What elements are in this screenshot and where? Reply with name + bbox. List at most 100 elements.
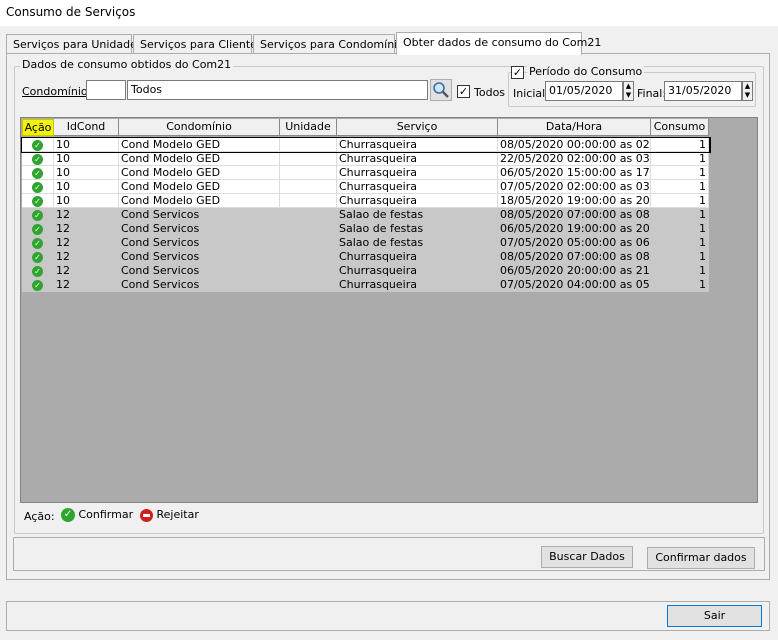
cell-unidade — [280, 278, 337, 292]
cell-datahora: 06/05/2020 19:00:00 as 20:59 — [498, 222, 651, 236]
cell-condominio: Cond Modelo GED — [119, 194, 280, 208]
condominio-name-input[interactable]: Todos — [127, 80, 428, 100]
cell-servico: Churrasqueira — [337, 250, 498, 264]
cell-servico: Churrasqueira — [337, 278, 498, 292]
check-circle-icon[interactable]: ✓ — [32, 195, 43, 207]
table-row[interactable]: ✓ 10 Cond Modelo GED Churrasqueira 06/05/202… — [22, 166, 710, 180]
check-circle-icon[interactable]: ✓ — [32, 167, 43, 179]
confirmar-dados-button[interactable]: Confirmar dados — [647, 547, 755, 569]
check-circle-icon[interactable]: ✓ — [32, 265, 43, 277]
cell-condominio: Cond Modelo GED — [119, 180, 280, 194]
cell-consumo: 1 — [651, 222, 709, 236]
check-circle-icon[interactable]: ✓ — [32, 181, 43, 193]
check-circle-icon[interactable]: ✓ — [32, 209, 43, 221]
column-header-condominio[interactable]: Condomínio — [119, 119, 280, 136]
cell-acao[interactable]: ✓ — [22, 138, 54, 152]
cell-consumo: 1 — [651, 208, 709, 222]
cell-unidade — [280, 250, 337, 264]
cell-acao[interactable]: ✓ — [22, 264, 54, 278]
cell-acao[interactable]: ✓ — [22, 236, 54, 250]
check-circle-icon[interactable]: ✓ — [32, 279, 43, 291]
cell-condominio: Cond Servicos — [119, 208, 280, 222]
tab-servicos-unidades[interactable]: Serviços para Unidades — [6, 34, 143, 54]
column-header-unidade[interactable]: Unidade — [280, 119, 337, 136]
cell-acao[interactable]: ✓ — [22, 278, 54, 292]
data-inicial-spinner[interactable]: ▲ ▼ — [623, 81, 634, 101]
table-row[interactable]: ✓ 12 Cond Servicos Churrasqueira 07/05/2020 … — [22, 278, 710, 292]
cell-datahora: 06/05/2020 15:00:00 as 17:59 — [498, 166, 651, 180]
table-row[interactable]: ✓ 10 Cond Modelo GED Churrasqueira 07/05/202… — [22, 180, 710, 194]
cell-datahora: 18/05/2020 19:00:00 as 20:59 — [498, 194, 651, 208]
spin-down-icon[interactable]: ▼ — [624, 91, 633, 100]
check-circle-icon[interactable]: ✓ — [32, 153, 43, 165]
tab-servicos-condominios[interactable]: Serviços para Condomínios — [253, 34, 410, 54]
cell-datahora: 07/05/2020 02:00:00 as 03:59 — [498, 180, 651, 194]
check-circle-icon[interactable]: ✓ — [32, 251, 43, 263]
cell-acao[interactable]: ✓ — [22, 250, 54, 264]
table-row[interactable]: ✓ 10 Cond Modelo GED Churrasqueira 22/05/202… — [22, 152, 710, 166]
spin-up-icon[interactable]: ▲ — [743, 82, 752, 91]
legend-confirm: ✓ Confirmar — [61, 508, 133, 522]
data-inicial-input[interactable]: 01/05/2020 — [545, 81, 623, 101]
cell-idcond: 12 — [54, 208, 119, 222]
tab-servicos-clientes[interactable]: Serviços para Clientes — [133, 34, 263, 54]
cell-idcond: 12 — [54, 222, 119, 236]
search-button[interactable] — [430, 79, 452, 101]
cell-acao[interactable]: ✓ — [22, 194, 54, 208]
cell-condominio: Cond Servicos — [119, 236, 280, 250]
cell-condominio: Cond Servicos — [119, 222, 280, 236]
window-title: Consumo de Serviços — [6, 5, 136, 19]
cell-idcond: 10 — [54, 152, 119, 166]
buscar-dados-button[interactable]: Buscar Dados — [541, 546, 633, 568]
table-row[interactable]: ✓ 12 Cond Servicos Salao de festas 08/05/202… — [22, 208, 710, 222]
table-row[interactable]: ✓ 10 Cond Modelo GED Churrasqueira 18/05/202… — [22, 194, 710, 208]
periodo-checkbox[interactable]: ✓ — [511, 66, 524, 79]
spin-up-icon[interactable]: ▲ — [624, 82, 633, 91]
column-header-idcond[interactable]: IdCond — [54, 119, 119, 136]
cell-servico: Churrasqueira — [337, 194, 498, 208]
table-row[interactable]: ✓ 10 Cond Modelo GED Churrasqueira 08/05/202… — [21, 137, 711, 153]
condominio-code-input[interactable] — [86, 80, 126, 100]
check-circle-icon[interactable]: ✓ — [32, 223, 43, 235]
table-row[interactable]: ✓ 12 Cond Servicos Salao de festas 07/05/202… — [22, 236, 710, 250]
table-row[interactable]: ✓ 12 Cond Servicos Churrasqueira 06/05/2020 … — [22, 264, 710, 278]
cell-unidade — [280, 236, 337, 250]
cell-acao[interactable]: ✓ — [22, 180, 54, 194]
table-row[interactable]: ✓ 12 Cond Servicos Salao de festas 06/05/202… — [22, 222, 710, 236]
todos-checkbox[interactable]: ✓ — [457, 85, 470, 98]
cell-acao[interactable]: ✓ — [22, 208, 54, 222]
cell-consumo: 1 — [651, 166, 709, 180]
column-header-servico[interactable]: Serviço — [337, 119, 498, 136]
cell-consumo: 1 — [651, 236, 709, 250]
cell-condominio: Cond Modelo GED — [119, 138, 280, 152]
cell-unidade — [280, 194, 337, 208]
column-header-acao[interactable]: Ação — [22, 119, 54, 136]
sair-button[interactable]: Sair — [667, 605, 762, 627]
cell-servico: Salao de festas — [337, 222, 498, 236]
cell-idcond: 10 — [54, 180, 119, 194]
consumo-grid[interactable]: Ação IdCond Condomínio Unidade Serviço D… — [20, 117, 758, 503]
cell-idcond: 10 — [54, 194, 119, 208]
data-final-input[interactable]: 31/05/2020 — [664, 81, 742, 101]
legend-label: Ação: — [24, 510, 55, 523]
cell-acao[interactable]: ✓ — [22, 152, 54, 166]
data-final-spinner[interactable]: ▲ ▼ — [742, 81, 753, 101]
column-header-consumo[interactable]: Consumo — [651, 119, 709, 136]
cell-condominio: Cond Servicos — [119, 278, 280, 292]
check-circle-icon[interactable]: ✓ — [32, 139, 43, 151]
cell-condominio: Cond Modelo GED — [119, 152, 280, 166]
check-circle-icon[interactable]: ✓ — [32, 237, 43, 249]
spin-down-icon[interactable]: ▼ — [743, 91, 752, 100]
cell-unidade — [280, 180, 337, 194]
table-row[interactable]: ✓ 12 Cond Servicos Churrasqueira 08/05/2020 … — [22, 250, 710, 264]
cell-datahora: 08/05/2020 07:00:00 as 08:59 — [498, 208, 651, 222]
cell-idcond: 10 — [54, 138, 119, 152]
cell-idcond: 10 — [54, 166, 119, 180]
cell-acao[interactable]: ✓ — [22, 166, 54, 180]
cell-consumo: 1 — [651, 152, 709, 166]
tab-obter-dados-com21[interactable]: Obter dados de consumo do Com21 — [396, 32, 601, 55]
cell-servico: Churrasqueira — [337, 264, 498, 278]
cell-acao[interactable]: ✓ — [22, 222, 54, 236]
column-header-datahora[interactable]: Data/Hora — [498, 119, 651, 136]
cell-idcond: 12 — [54, 236, 119, 250]
